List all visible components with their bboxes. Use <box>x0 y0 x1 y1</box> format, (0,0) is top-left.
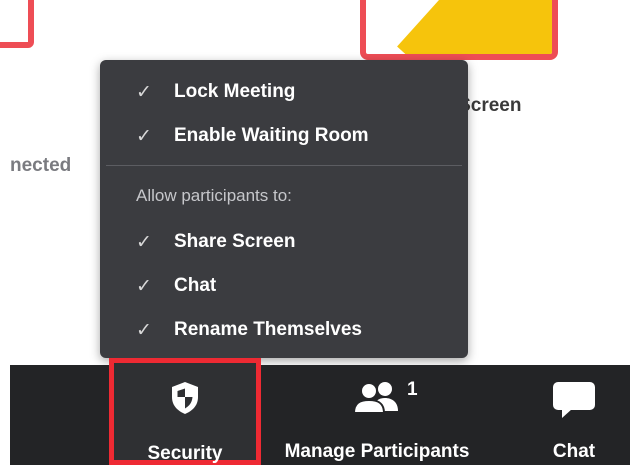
security-button[interactable]: Security <box>109 358 261 465</box>
menu-item-label: Rename Themselves <box>174 319 362 340</box>
menu-item-label: Chat <box>174 275 217 296</box>
manage-participants-button[interactable]: 1 Manage Participants <box>272 365 482 465</box>
check-icon: ✓ <box>136 231 152 253</box>
share-screen-tile-stripe <box>397 0 552 54</box>
check-icon: ✓ <box>136 275 152 297</box>
menu-section-header: Allow participants to: <box>136 186 292 205</box>
menu-item-rename-themselves[interactable]: ✓ Rename Themselves <box>100 310 468 350</box>
share-screen-tile[interactable] <box>360 0 558 60</box>
menu-divider <box>106 165 462 166</box>
chat-bubble-icon <box>552 381 596 425</box>
shield-icon <box>171 381 199 425</box>
menu-item-label: Enable Waiting Room <box>174 125 369 146</box>
chat-button[interactable]: Chat <box>542 365 606 465</box>
security-button-label: Security <box>147 443 223 464</box>
menu-item-chat[interactable]: ✓ Chat <box>100 266 468 306</box>
video-tile-frame-left <box>0 0 34 48</box>
menu-item-lock-meeting[interactable]: ✓ Lock Meeting <box>100 72 468 112</box>
menu-item-enable-waiting-room[interactable]: ✓ Enable Waiting Room <box>100 116 468 156</box>
meeting-toolbar: Security 1 Manage Participants Chat <box>10 358 630 465</box>
manage-participants-label: Manage Participants <box>284 441 470 462</box>
check-icon: ✓ <box>136 81 152 103</box>
chat-button-label: Chat <box>552 441 596 462</box>
connected-status-text: nected <box>10 155 72 176</box>
security-menu: ✓ Lock Meeting ✓ Enable Waiting Room All… <box>100 60 468 358</box>
menu-item-label: Share Screen <box>174 231 296 252</box>
participants-icon <box>351 381 403 425</box>
menu-item-share-screen[interactable]: ✓ Share Screen <box>100 222 468 262</box>
menu-item-label: Lock Meeting <box>174 81 296 102</box>
check-icon: ✓ <box>136 125 152 147</box>
participants-count-badge: 1 <box>407 379 418 400</box>
check-icon: ✓ <box>136 319 152 341</box>
